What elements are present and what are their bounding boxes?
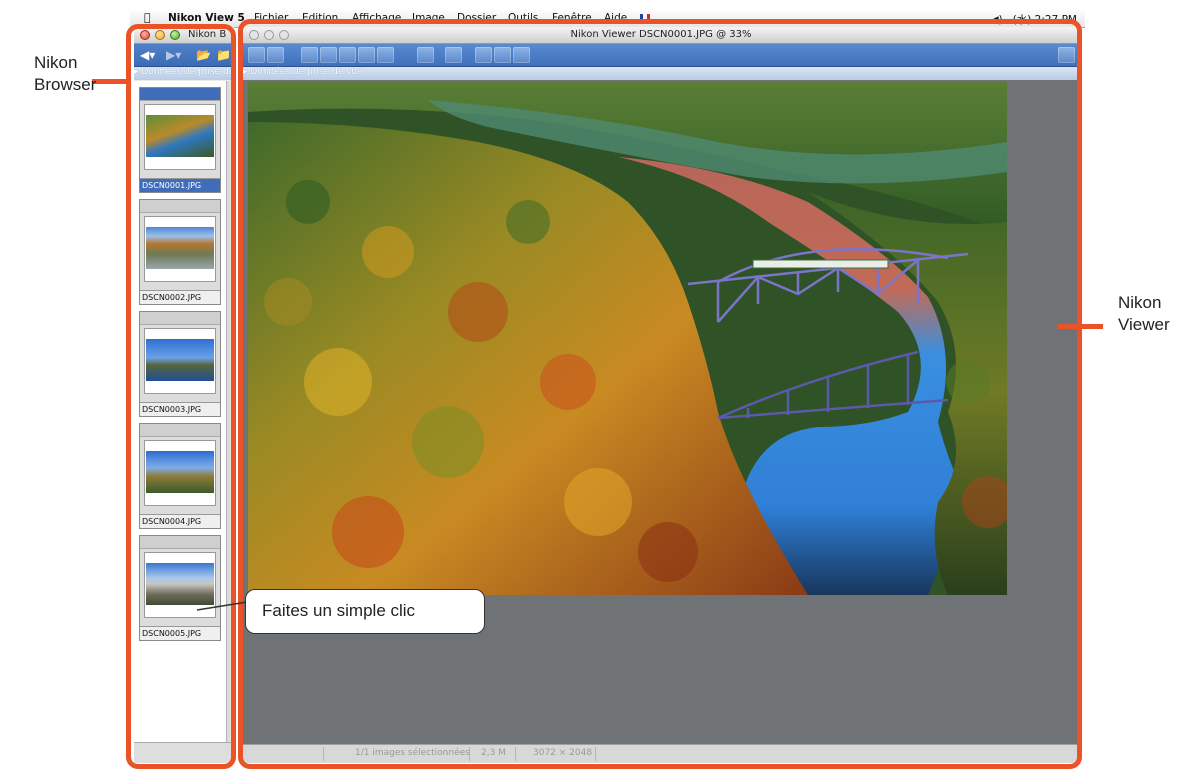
- viewer-leader-line: [1057, 324, 1103, 329]
- viewer-highlight-frame: [238, 19, 1082, 769]
- apple-menu-icon[interactable]: : [144, 11, 151, 24]
- browser-highlight-frame: [126, 24, 236, 769]
- menu-app-name[interactable]: Nikon View 5: [168, 12, 245, 24]
- browser-annotation-label: Nikon Browser: [34, 53, 97, 94]
- browser-leader-line: [92, 79, 130, 84]
- viewer-annotation-label: Nikon Viewer: [1118, 293, 1170, 334]
- click-callout: Faites un simple clic: [245, 589, 485, 634]
